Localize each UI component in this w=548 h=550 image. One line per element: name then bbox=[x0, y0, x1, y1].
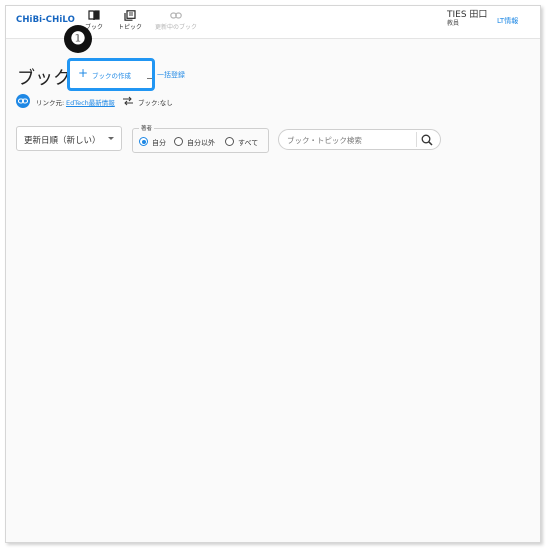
link-source-target[interactable]: EdTech最新情報 bbox=[66, 97, 115, 107]
link-circle-icon[interactable] bbox=[16, 94, 30, 108]
author-filter-legend: 著者 bbox=[139, 124, 155, 132]
chevron-down-icon bbox=[108, 137, 114, 140]
author-radio-all-label: すべて bbox=[238, 139, 259, 147]
user-menu[interactable]: TIES 田口 教員 bbox=[447, 11, 487, 27]
sort-select-value: 更新日順（新しい） bbox=[24, 136, 101, 146]
search-input[interactable] bbox=[287, 133, 411, 147]
sort-select[interactable]: 更新日順（新しい） bbox=[16, 126, 122, 151]
nav-updating-books-label: 更新中のブック bbox=[154, 24, 197, 31]
author-filter-group: 著者 自分 自分以外 すべて bbox=[132, 124, 269, 153]
book-icon bbox=[88, 10, 100, 21]
nav-updating-books[interactable]: 更新中のブック bbox=[151, 10, 201, 31]
nav-topic[interactable]: トピック bbox=[116, 10, 144, 31]
radio-checked-icon bbox=[139, 137, 148, 146]
radio-unchecked-icon bbox=[225, 137, 234, 146]
bulk-register-link[interactable]: 一括登録 bbox=[157, 70, 185, 80]
nav-topic-label: トピック bbox=[117, 24, 142, 31]
author-radio-others-label: 自分以外 bbox=[187, 139, 215, 147]
plus-icon: + bbox=[78, 66, 89, 80]
create-book-button[interactable]: + ブックの作成 bbox=[67, 58, 155, 91]
linked-book-status: ブック:なし bbox=[138, 99, 173, 107]
link-source-prefix: リンク元: bbox=[36, 99, 65, 107]
topic-icon bbox=[124, 10, 136, 21]
create-book-label: ブックの作成 bbox=[92, 72, 131, 80]
link-icon bbox=[170, 12, 182, 19]
search-divider bbox=[416, 132, 417, 147]
step-callout-1: ❶ bbox=[64, 25, 92, 53]
search-icon[interactable] bbox=[420, 133, 434, 147]
separator bbox=[147, 78, 152, 79]
radio-unchecked-icon bbox=[174, 137, 183, 146]
user-role: 教員 bbox=[447, 20, 460, 27]
app-window: CHiBi-CHiLO ブック トピック 更新中のブック TIES 田口 教員 … bbox=[5, 5, 541, 543]
page-title: ブック bbox=[17, 68, 71, 89]
user-name: TIES 田口 bbox=[447, 10, 488, 20]
swap-arrows-icon bbox=[123, 96, 133, 106]
app-logo[interactable]: CHiBi-CHiLO bbox=[16, 15, 75, 25]
author-radio-self-label: 自分 bbox=[152, 139, 166, 147]
lt-info-link[interactable]: LT情報 bbox=[497, 16, 518, 26]
search-box bbox=[278, 129, 441, 150]
